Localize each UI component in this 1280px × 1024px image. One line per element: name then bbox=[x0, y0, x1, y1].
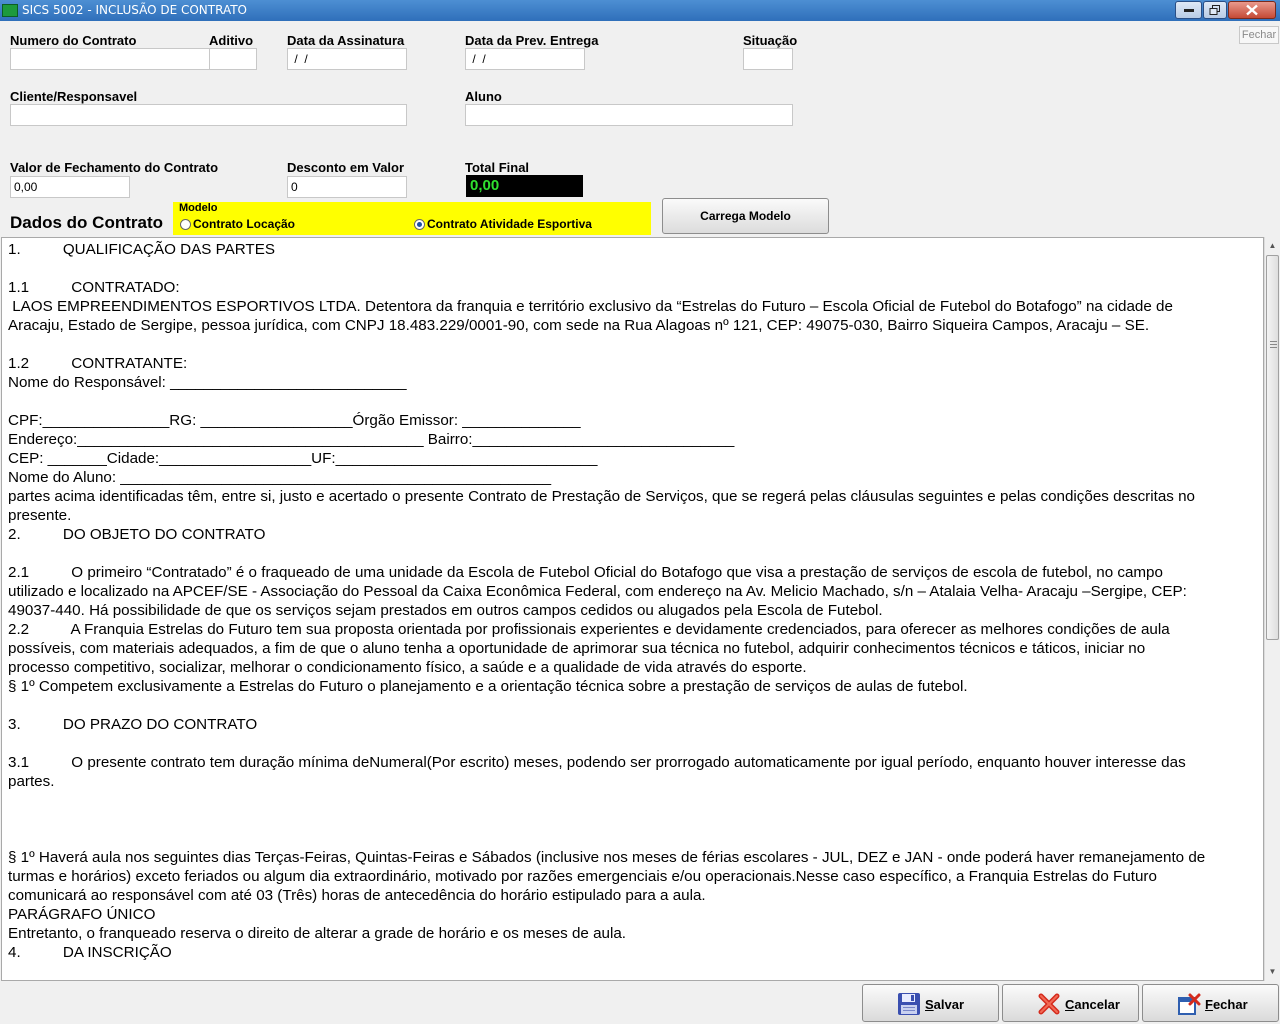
cliente-label: Cliente/Responsavel bbox=[10, 89, 138, 104]
data-prev-entrega-input[interactable] bbox=[465, 48, 585, 70]
contract-line: 3.1 O presente contrato tem duração míni… bbox=[8, 754, 1186, 771]
salvar-button[interactable]: Salvar bbox=[862, 984, 999, 1022]
salvar-label: Salvar bbox=[925, 997, 965, 1012]
contract-line: possíveis, com materiais adequados, a fi… bbox=[8, 640, 1146, 657]
minimize-button[interactable] bbox=[1175, 1, 1202, 19]
aluno-input[interactable] bbox=[465, 104, 793, 126]
desconto-input[interactable] bbox=[287, 176, 407, 198]
close-icon bbox=[1246, 4, 1258, 16]
scroll-up-icon[interactable]: ▲ bbox=[1265, 238, 1280, 254]
contract-line bbox=[8, 791, 1257, 810]
contract-line: CPF:_______________RG: _________________… bbox=[8, 412, 581, 429]
contract-line bbox=[8, 544, 1257, 563]
situacao-label: Situação bbox=[743, 33, 798, 48]
contract-line: LAOS EMPREENDIMENTOS ESPORTIVOS LTDA. De… bbox=[8, 298, 1173, 315]
numero-contrato-label: Numero do Contrato bbox=[10, 33, 137, 48]
data-assinatura-input[interactable] bbox=[287, 48, 407, 70]
contract-line bbox=[8, 696, 1257, 715]
cancelar-button[interactable]: Cancelar bbox=[1002, 984, 1139, 1022]
red-x-icon bbox=[1038, 993, 1060, 1015]
contract-line: Entretanto, o franqueado reserva o direi… bbox=[8, 925, 627, 942]
aditivo-input[interactable] bbox=[209, 48, 257, 70]
carrega-modelo-button[interactable]: Carrega Modelo bbox=[662, 198, 829, 234]
contract-text: 1. QUALIFICAÇÃO DAS PARTES 1.1 CONTRATADO… bbox=[2, 238, 1263, 964]
contract-line: CEP: _______Cidade:__________________UF:… bbox=[8, 450, 598, 467]
desconto-label: Desconto em Valor bbox=[287, 160, 405, 175]
grip-line bbox=[1270, 341, 1277, 342]
close-window-button[interactable] bbox=[1228, 1, 1276, 19]
contract-line: Aracaju, Estado de Sergipe, pessoa juríd… bbox=[8, 317, 1150, 334]
contract-line: processo competitivo, socializar, melhor… bbox=[8, 659, 807, 676]
contract-line: 49037-440. Há possibilidade de que os se… bbox=[8, 602, 883, 619]
contract-line: § 1º Haverá aula nos seguintes dias Terç… bbox=[8, 849, 1206, 866]
contract-line: 2.2 A Franquia Estrelas do Futuro tem su… bbox=[8, 621, 1170, 638]
window-title: SICS 5002 - INCLUSÃO DE CONTRATO bbox=[22, 3, 247, 17]
valor-fechamento-label: Valor de Fechamento do Contrato bbox=[10, 160, 219, 175]
grip-line bbox=[1270, 347, 1277, 348]
contract-text-area[interactable]: 1. QUALIFICAÇÃO DAS PARTES 1.1 CONTRATADO… bbox=[1, 237, 1264, 981]
contract-line bbox=[8, 259, 1257, 278]
fechar-button[interactable]: Fechar bbox=[1142, 984, 1279, 1022]
cliente-input[interactable] bbox=[10, 104, 407, 126]
fechar-hint[interactable]: Fechar bbox=[1239, 26, 1279, 44]
radio-on-icon bbox=[414, 219, 425, 230]
contract-line bbox=[8, 734, 1257, 753]
aluno-label: Aluno bbox=[465, 89, 502, 104]
contract-line: 1.1 CONTRATADO: bbox=[8, 279, 180, 296]
contract-line: 1.2 CONTRATANTE: bbox=[8, 355, 188, 372]
contract-line: Nome do Aluno: _________________________… bbox=[8, 469, 552, 486]
contract-line: 1. QUALIFICAÇÃO DAS PARTES bbox=[8, 241, 275, 258]
numero-contrato-input[interactable] bbox=[10, 48, 210, 70]
contract-line bbox=[8, 335, 1257, 354]
data-prev-entrega-label: Data da Prev. Entrega bbox=[465, 33, 599, 48]
contract-line: PARÁGRAFO ÚNICO bbox=[8, 906, 156, 923]
contract-line bbox=[8, 392, 1257, 411]
fechar-label: Fechar bbox=[1205, 997, 1248, 1012]
scroll-thumb[interactable] bbox=[1266, 255, 1279, 640]
contract-line bbox=[8, 829, 1257, 848]
modelo-caption: Modelo bbox=[179, 202, 218, 214]
contract-line: 2.1 O primeiro “Contratado” é o fraquead… bbox=[8, 564, 1163, 581]
data-assinatura-label: Data da Assinatura bbox=[287, 33, 405, 48]
contract-line: Nome do Responsável: ___________________… bbox=[8, 374, 407, 391]
app-icon bbox=[2, 4, 18, 17]
radio-contrato-locacao[interactable]: Contrato Locação bbox=[180, 217, 295, 231]
contract-line: 2. DO OBJETO DO CONTRATO bbox=[8, 526, 266, 543]
total-final-label: Total Final bbox=[465, 160, 530, 175]
exit-door-icon bbox=[1178, 993, 1201, 1015]
floppy-disk-icon bbox=[898, 993, 920, 1015]
dados-contrato-title: Dados do Contrato bbox=[10, 213, 163, 232]
radio-locacao-label: Contrato Locação bbox=[193, 217, 296, 231]
modelo-group: Modelo Contrato Locação Contrato Ativida… bbox=[173, 202, 651, 235]
total-final-value: 0,00 bbox=[466, 175, 583, 197]
contract-line: 3. DO PRAZO DO CONTRATO bbox=[8, 716, 258, 733]
contract-line: partes acima identificadas têm, entre si… bbox=[8, 488, 1195, 505]
restore-icon bbox=[1209, 5, 1220, 15]
title-bar: SICS 5002 - INCLUSÃO DE CONTRATO bbox=[0, 0, 1280, 21]
scroll-down-icon[interactable]: ▼ bbox=[1265, 964, 1280, 980]
contract-line: partes. bbox=[8, 773, 55, 790]
minimize-icon bbox=[1183, 9, 1194, 12]
situacao-input[interactable] bbox=[743, 48, 793, 70]
contract-line: 4. DA INSCRIÇÃO bbox=[8, 944, 172, 961]
radio-contrato-atividade[interactable]: Contrato Atividade Esportiva bbox=[414, 217, 592, 231]
cancelar-label: Cancelar bbox=[1065, 997, 1120, 1012]
valor-fechamento-input[interactable] bbox=[10, 176, 130, 198]
aditivo-label: Aditivo bbox=[209, 33, 254, 48]
vertical-scrollbar[interactable]: ▲ ▼ bbox=[1264, 237, 1279, 981]
contract-line: Endereço:_______________________________… bbox=[8, 431, 735, 448]
contract-line: § 1º Competem exclusivamente a Estrelas … bbox=[8, 678, 968, 695]
contract-line: presente. bbox=[8, 507, 72, 524]
radio-atividade-label: Contrato Atividade Esportiva bbox=[427, 217, 592, 231]
restore-button[interactable] bbox=[1203, 1, 1227, 19]
contract-line: turmas e horários) exceto feriados ou al… bbox=[8, 868, 1157, 885]
contract-line bbox=[8, 810, 1257, 829]
contract-line: comunicará ao responsável com até 03 (Tr… bbox=[8, 887, 706, 904]
grip-line bbox=[1270, 344, 1277, 345]
radio-off-icon bbox=[180, 219, 191, 230]
contract-line: utilizado e localizado na APCEF/SE - Ass… bbox=[8, 583, 1187, 600]
